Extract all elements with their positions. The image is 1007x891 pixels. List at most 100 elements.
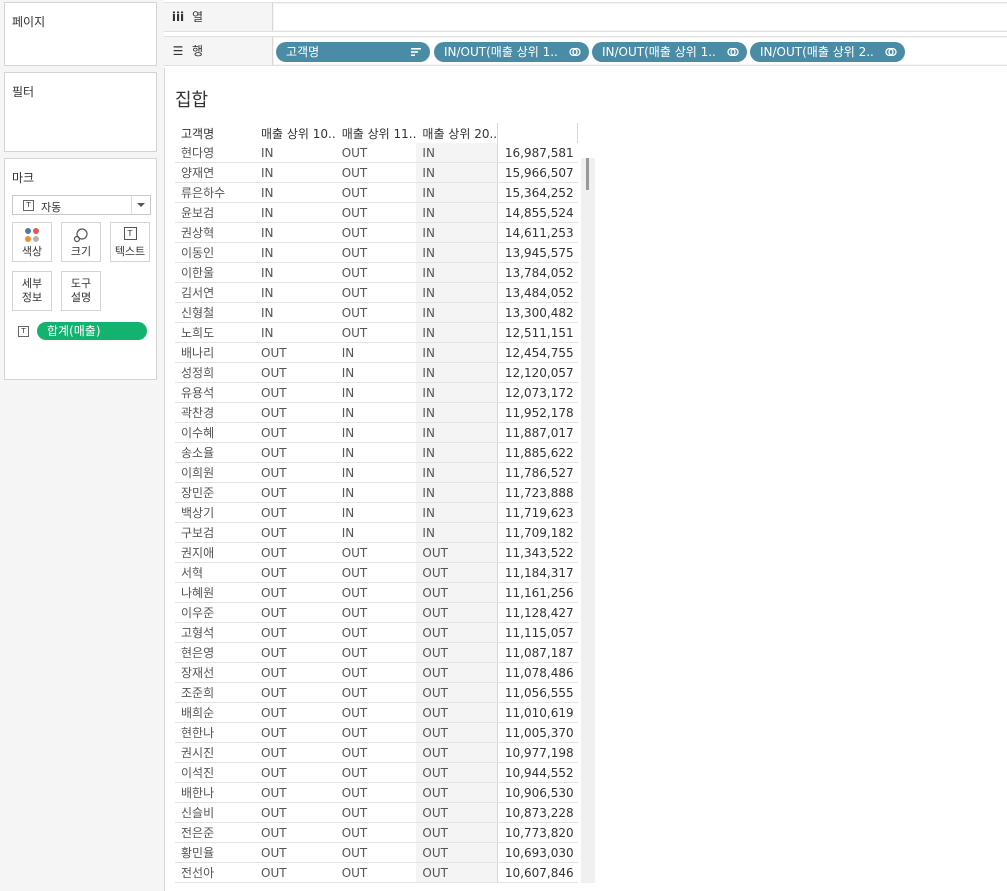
chevron-down-icon[interactable]	[137, 203, 145, 207]
cell-sales[interactable]: 11,056,555	[497, 682, 578, 703]
cell-set-top11[interactable]: IN	[335, 362, 417, 383]
table-row[interactable]: 서혁 OUT OUT OUT 11,184,317	[175, 562, 578, 583]
cell-set-top11[interactable]: OUT	[335, 222, 417, 243]
table-row[interactable]: 이수혜 OUT IN IN 11,887,017	[175, 422, 578, 443]
cell-customer[interactable]: 이희원	[175, 462, 255, 483]
cell-set-top11[interactable]: OUT	[335, 622, 417, 643]
cell-set-top11[interactable]: OUT	[335, 642, 417, 663]
cell-sales[interactable]: 13,945,575	[497, 242, 578, 263]
row-pill-set-1[interactable]: IN/OUT(매출 상위 1..	[434, 42, 589, 62]
cell-set-top11[interactable]: IN	[335, 482, 417, 503]
cell-set-top10[interactable]: OUT	[255, 642, 336, 663]
mark-type-dropdown[interactable]: T 자동	[12, 195, 151, 215]
cell-set-top20[interactable]: IN	[416, 322, 498, 343]
cell-customer[interactable]: 신형철	[175, 302, 255, 323]
cell-customer[interactable]: 현은영	[175, 642, 255, 663]
cell-set-top11[interactable]: OUT	[335, 602, 417, 623]
cell-sales[interactable]: 11,723,888	[497, 482, 578, 503]
pages-card[interactable]: 페이지	[4, 2, 157, 66]
cell-customer[interactable]: 고형석	[175, 622, 255, 643]
cell-sales[interactable]: 11,786,527	[497, 462, 578, 483]
rows-drop-area[interactable]: 고객명 IN/OUT(매출 상위 1.. IN/OUT(매출 상위 1.. IN…	[274, 38, 1007, 64]
cell-customer[interactable]: 현다영	[175, 143, 255, 163]
table-row[interactable]: 권시진 OUT OUT OUT 10,977,198	[175, 742, 578, 763]
cell-set-top20[interactable]: OUT	[416, 822, 498, 843]
cell-set-top20[interactable]: OUT	[416, 842, 498, 863]
cell-set-top10[interactable]: OUT	[255, 342, 336, 363]
cell-set-top11[interactable]: OUT	[335, 282, 417, 303]
cell-set-top20[interactable]: IN	[416, 442, 498, 463]
cell-sales[interactable]: 10,693,030	[497, 842, 578, 863]
cell-set-top11[interactable]: IN	[335, 522, 417, 543]
cell-sales[interactable]: 13,784,052	[497, 262, 578, 283]
cell-sales[interactable]: 11,128,427	[497, 602, 578, 623]
cell-set-top20[interactable]: IN	[416, 222, 498, 243]
cell-set-top20[interactable]: IN	[416, 282, 498, 303]
cell-customer[interactable]: 권시진	[175, 742, 255, 763]
table-row[interactable]: 고형석 OUT OUT OUT 11,115,057	[175, 622, 578, 643]
table-row[interactable]: 성정희 OUT IN IN 12,120,057	[175, 362, 578, 383]
cell-set-top10[interactable]: IN	[255, 162, 336, 183]
cell-customer[interactable]: 송소율	[175, 442, 255, 463]
columns-drop-area[interactable]	[274, 4, 1007, 30]
cell-set-top20[interactable]: IN	[416, 502, 498, 523]
table-row[interactable]: 나혜원 OUT OUT OUT 11,161,256	[175, 582, 578, 603]
cell-sales[interactable]: 11,709,182	[497, 522, 578, 543]
cell-set-top10[interactable]: OUT	[255, 502, 336, 523]
cell-set-top11[interactable]: OUT	[335, 762, 417, 783]
cell-set-top11[interactable]: OUT	[335, 662, 417, 683]
cell-set-top10[interactable]: OUT	[255, 422, 336, 443]
cell-customer[interactable]: 이동인	[175, 242, 255, 263]
cell-set-top20[interactable]: OUT	[416, 762, 498, 783]
cell-set-top10[interactable]: IN	[255, 282, 336, 303]
cell-customer[interactable]: 전은준	[175, 822, 255, 843]
cell-set-top20[interactable]: IN	[416, 382, 498, 403]
cell-set-top10[interactable]: OUT	[255, 762, 336, 783]
cell-sales[interactable]: 11,184,317	[497, 562, 578, 583]
cell-set-top10[interactable]: OUT	[255, 582, 336, 603]
cell-sales[interactable]: 11,010,619	[497, 702, 578, 723]
cell-set-top10[interactable]: OUT	[255, 462, 336, 483]
row-pill-set-2[interactable]: IN/OUT(매출 상위 1..	[592, 42, 747, 62]
measure-pill[interactable]: 합계(매출)	[37, 322, 147, 340]
cell-set-top11[interactable]: OUT	[335, 702, 417, 723]
cell-customer[interactable]: 장민준	[175, 482, 255, 503]
cell-sales[interactable]: 10,873,228	[497, 802, 578, 823]
cell-set-top10[interactable]: IN	[255, 202, 336, 223]
table-row[interactable]: 곽찬경 OUT IN IN 11,952,178	[175, 402, 578, 423]
cell-set-top20[interactable]: IN	[416, 262, 498, 283]
cell-set-top10[interactable]: OUT	[255, 402, 336, 423]
cell-set-top11[interactable]: OUT	[335, 742, 417, 763]
cell-customer[interactable]: 성정희	[175, 362, 255, 383]
cell-sales[interactable]: 12,073,172	[497, 382, 578, 403]
cell-set-top20[interactable]: IN	[416, 402, 498, 423]
cell-set-top11[interactable]: IN	[335, 422, 417, 443]
cell-customer[interactable]: 이석진	[175, 762, 255, 783]
cell-set-top11[interactable]: OUT	[335, 542, 417, 563]
cell-customer[interactable]: 노희도	[175, 322, 255, 343]
table-row[interactable]: 류은하수 IN OUT IN 15,364,252	[175, 182, 578, 203]
table-row[interactable]: 양재연 IN OUT IN 15,966,507	[175, 162, 578, 183]
row-pill-set-3[interactable]: IN/OUT(매출 상위 2..	[750, 42, 905, 62]
cell-set-top11[interactable]: OUT	[335, 162, 417, 183]
table-row[interactable]: 유용석 OUT IN IN 12,073,172	[175, 382, 578, 403]
cell-customer[interactable]: 곽찬경	[175, 402, 255, 423]
cell-set-top11[interactable]: OUT	[335, 302, 417, 323]
table-row[interactable]: 윤보검 IN OUT IN 14,855,524	[175, 202, 578, 223]
table-row[interactable]: 권지애 OUT OUT OUT 11,343,522	[175, 542, 578, 563]
table-row[interactable]: 신형철 IN OUT IN 13,300,482	[175, 302, 578, 323]
cell-set-top20[interactable]: OUT	[416, 702, 498, 723]
cell-sales[interactable]: 11,719,623	[497, 502, 578, 523]
cell-customer[interactable]: 전선아	[175, 862, 255, 883]
cell-set-top20[interactable]: IN	[416, 143, 498, 163]
cell-set-top10[interactable]: IN	[255, 302, 336, 323]
cell-customer[interactable]: 이우준	[175, 602, 255, 623]
cell-set-top20[interactable]: OUT	[416, 682, 498, 703]
cell-sales[interactable]: 13,300,482	[497, 302, 578, 323]
table-row[interactable]: 배한나 OUT OUT OUT 10,906,530	[175, 782, 578, 803]
cell-set-top20[interactable]: OUT	[416, 802, 498, 823]
cell-sales[interactable]: 10,773,820	[497, 822, 578, 843]
cell-sales[interactable]: 12,511,151	[497, 322, 578, 343]
cell-set-top11[interactable]: IN	[335, 342, 417, 363]
cell-customer[interactable]: 현한나	[175, 722, 255, 743]
